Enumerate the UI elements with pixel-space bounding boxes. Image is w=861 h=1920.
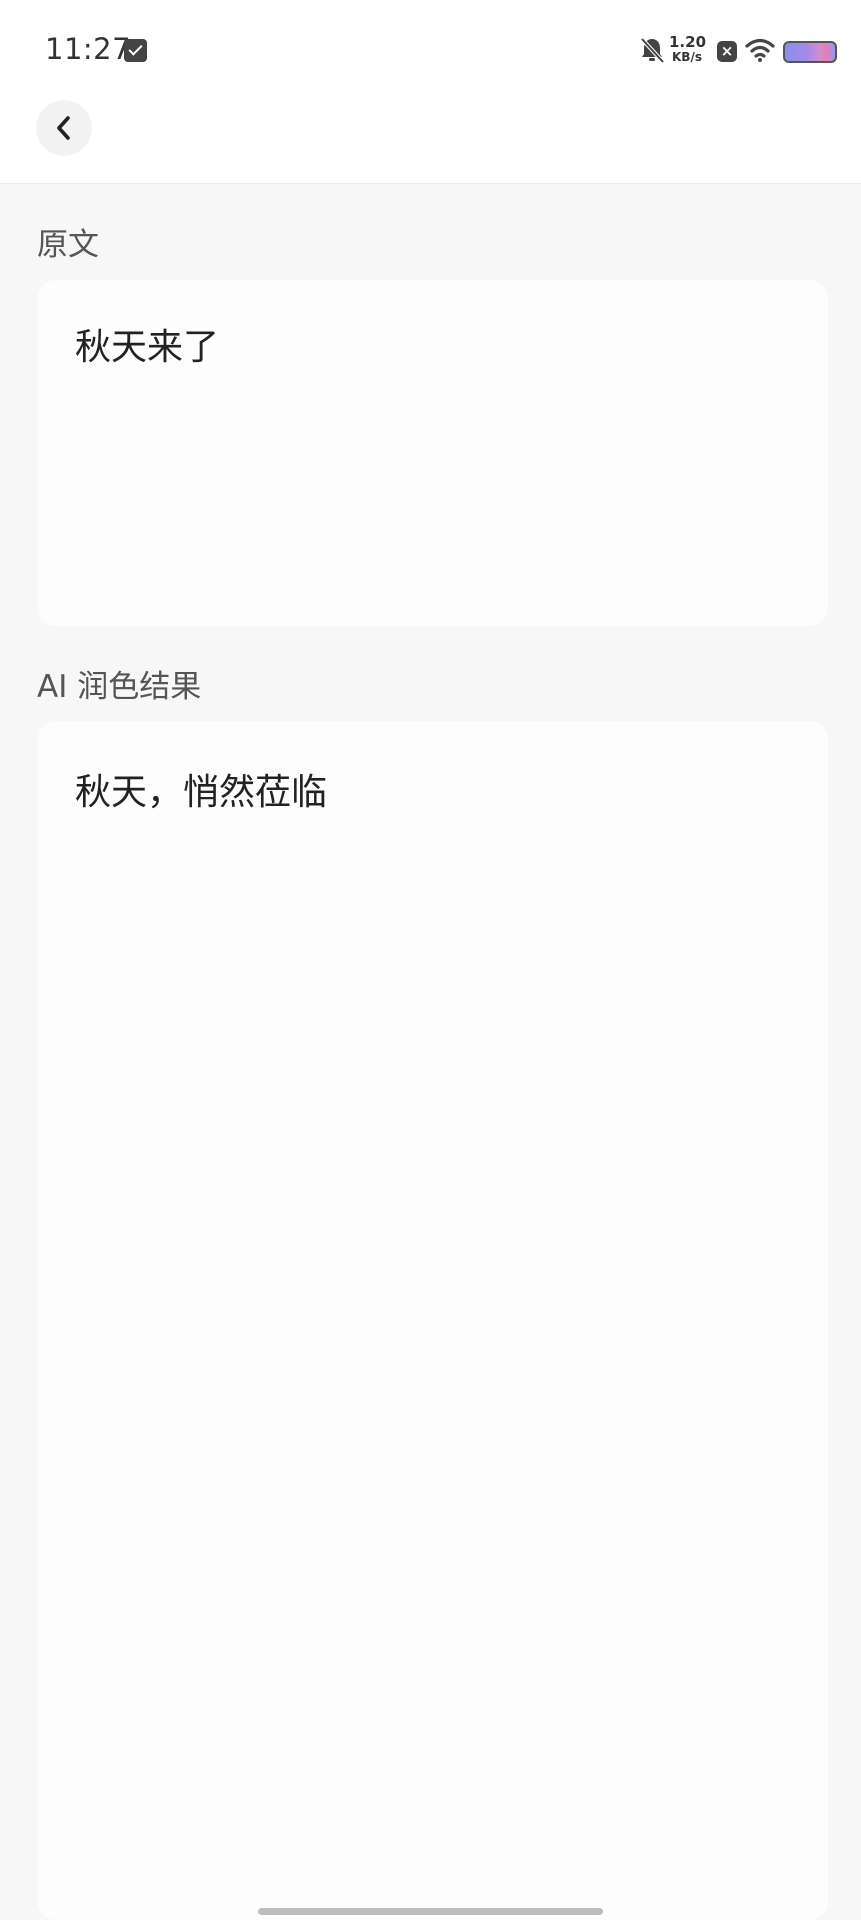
status-bar: 11:27 1.20 KB/s × — [0, 0, 861, 100]
result-text: 秋天，悄然莅临 — [75, 772, 328, 813]
battery-icon — [783, 41, 837, 63]
original-text: 秋天来了 — [75, 327, 220, 368]
original-label: 原文 — [37, 227, 99, 263]
speed-unit: KB/s — [672, 50, 702, 64]
home-indicator[interactable] — [258, 1908, 603, 1915]
status-time: 11:27 — [45, 32, 132, 66]
mail-icon — [124, 39, 147, 62]
result-label: AI 润色结果 — [37, 669, 202, 705]
result-text-card[interactable]: 秋天，悄然莅临 — [38, 721, 828, 1920]
top-nav-bar — [0, 100, 861, 184]
network-speed: 1.20 KB/s — [669, 33, 707, 65]
bell-off-icon — [640, 37, 665, 64]
close-box-icon: × — [717, 41, 737, 62]
speed-value: 1.20 — [669, 33, 707, 51]
original-text-card[interactable]: 秋天来了 — [38, 280, 828, 626]
wifi-icon — [745, 38, 775, 62]
chevron-left-icon — [57, 116, 70, 140]
back-button[interactable] — [36, 100, 92, 156]
